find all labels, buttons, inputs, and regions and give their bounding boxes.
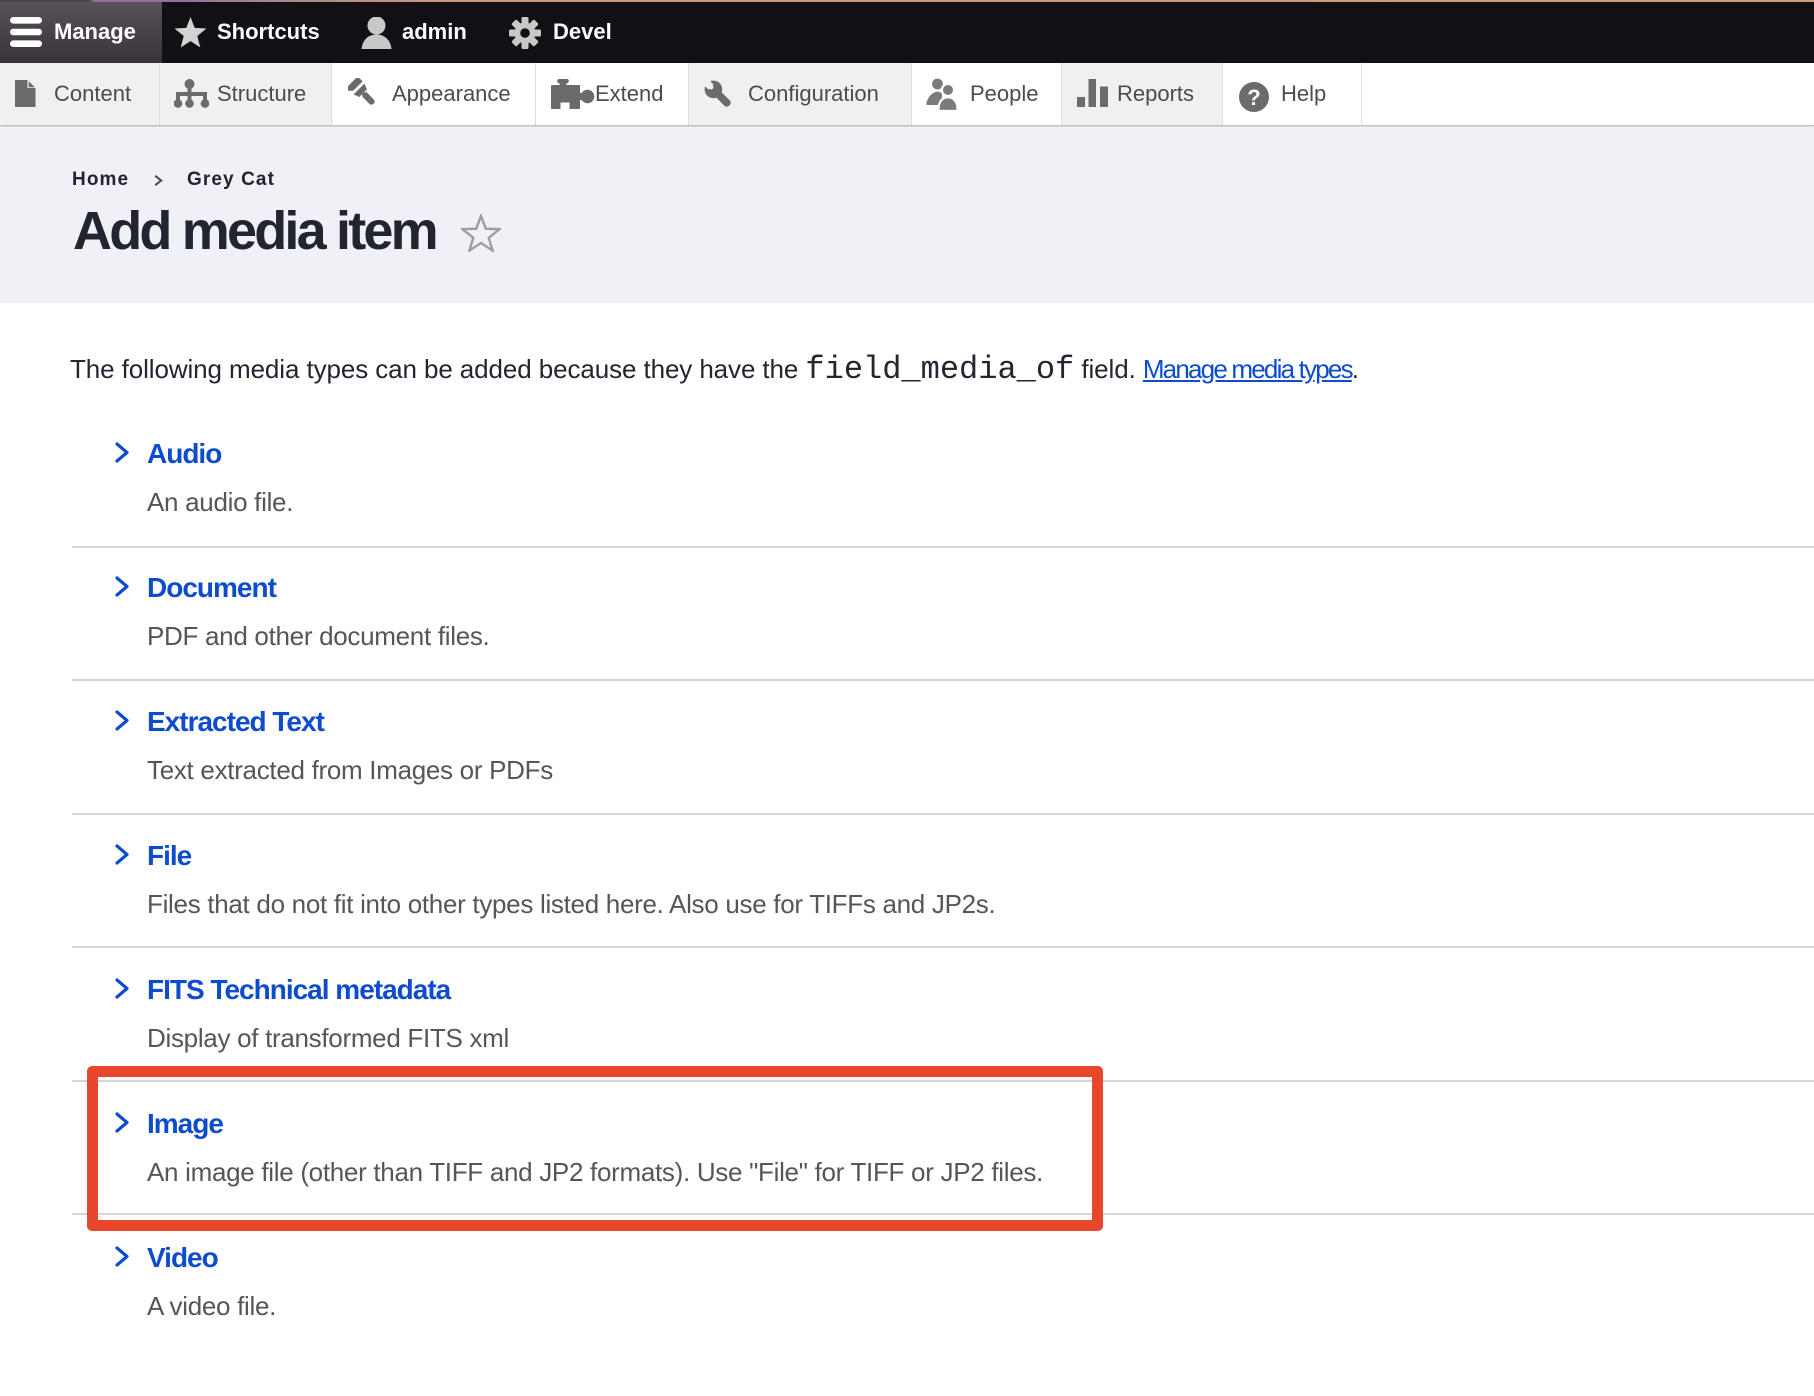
svg-text:?: ? (1247, 85, 1260, 110)
